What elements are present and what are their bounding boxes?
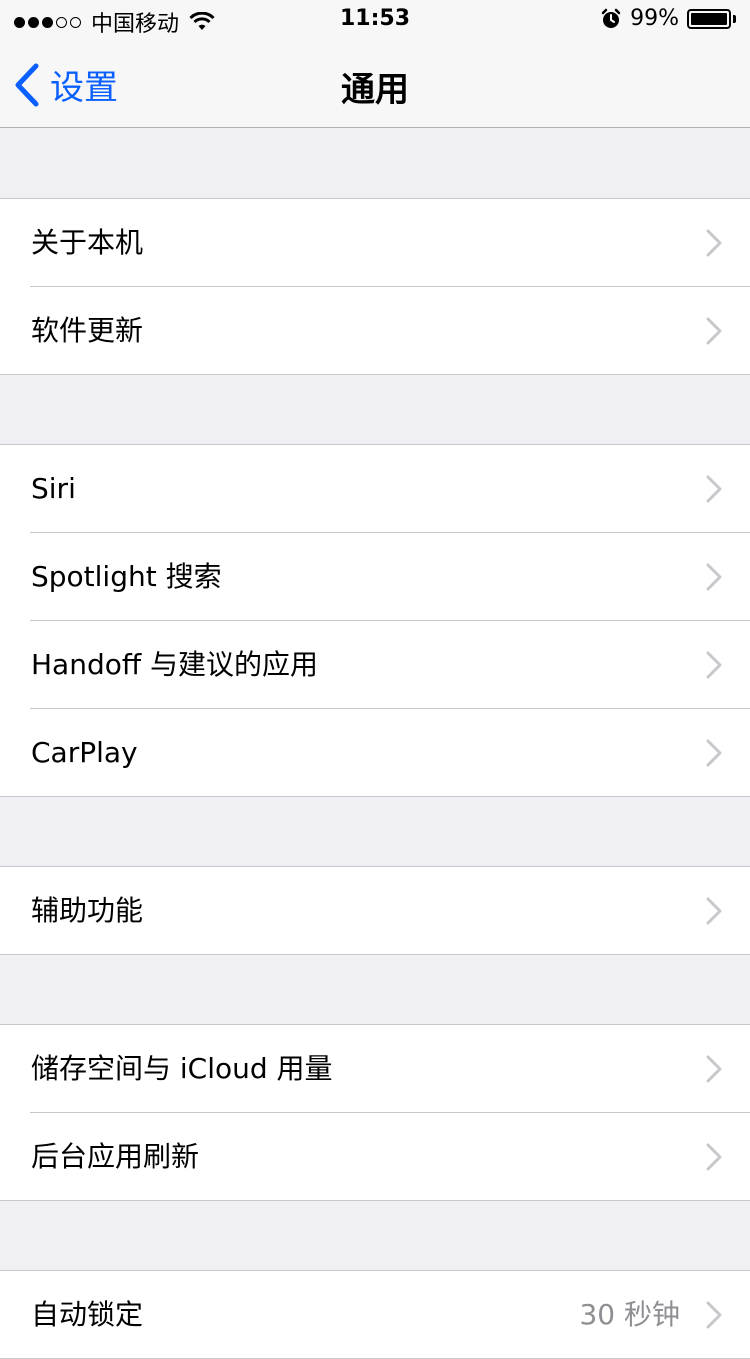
status-bar: 中国移动 11:53 99% xyxy=(0,0,750,40)
chevron-right-icon xyxy=(706,229,722,257)
row-value: 30 秒钟 xyxy=(579,1298,680,1331)
battery-icon xyxy=(687,8,731,29)
settings-group-accessibility: 辅助功能 xyxy=(0,866,750,955)
row-label: 软件更新 xyxy=(31,314,144,347)
battery-percent: 99% xyxy=(630,6,679,31)
row-storage-icloud[interactable]: 储存空间与 iCloud 用量 xyxy=(0,1025,750,1112)
status-right: 99% xyxy=(600,6,736,31)
row-label: 关于本机 xyxy=(31,226,144,259)
navigation-bar: 设置 通用 xyxy=(0,40,750,128)
chevron-right-icon xyxy=(706,897,722,925)
row-label: Handoff 与建议的应用 xyxy=(31,648,319,681)
settings-group-storage: 储存空间与 iCloud 用量 后台应用刷新 xyxy=(0,1024,750,1201)
battery-fill xyxy=(691,12,727,25)
settings-group-autolock: 自动锁定 30 秒钟 xyxy=(0,1270,750,1359)
alarm-clock-icon xyxy=(601,8,621,28)
page-title: 通用 xyxy=(341,70,409,110)
row-label: 后台应用刷新 xyxy=(31,1140,200,1173)
row-auto-lock[interactable]: 自动锁定 30 秒钟 xyxy=(0,1271,750,1358)
battery-cap xyxy=(733,14,736,23)
settings-group-siri: Siri Spotlight 搜索 Handoff 与建议的应用 CarPlay xyxy=(0,444,750,797)
row-siri[interactable]: Siri xyxy=(0,445,750,532)
row-label: 自动锁定 xyxy=(31,1298,144,1331)
row-handoff[interactable]: Handoff 与建议的应用 xyxy=(0,620,750,708)
row-label: 储存空间与 iCloud 用量 xyxy=(31,1052,333,1085)
row-accessibility[interactable]: 辅助功能 xyxy=(0,867,750,954)
row-about-device[interactable]: 关于本机 xyxy=(0,199,750,286)
row-label: Spotlight 搜索 xyxy=(31,560,222,593)
row-carplay[interactable]: CarPlay xyxy=(0,708,750,796)
row-spotlight-search[interactable]: Spotlight 搜索 xyxy=(0,532,750,620)
chevron-right-icon xyxy=(706,1301,722,1329)
chevron-right-icon xyxy=(706,651,722,679)
chevron-right-icon xyxy=(706,1143,722,1171)
chevron-right-icon xyxy=(706,739,722,767)
row-label: CarPlay xyxy=(31,736,138,769)
row-label: 辅助功能 xyxy=(31,894,144,927)
settings-group-about: 关于本机 软件更新 xyxy=(0,198,750,375)
chevron-right-icon xyxy=(706,563,722,591)
chevron-right-icon xyxy=(706,475,722,503)
row-software-update[interactable]: 软件更新 xyxy=(0,286,750,374)
chevron-right-icon xyxy=(706,317,722,345)
row-label: Siri xyxy=(31,472,76,505)
row-background-refresh[interactable]: 后台应用刷新 xyxy=(0,1112,750,1200)
chevron-right-icon xyxy=(706,1055,722,1083)
